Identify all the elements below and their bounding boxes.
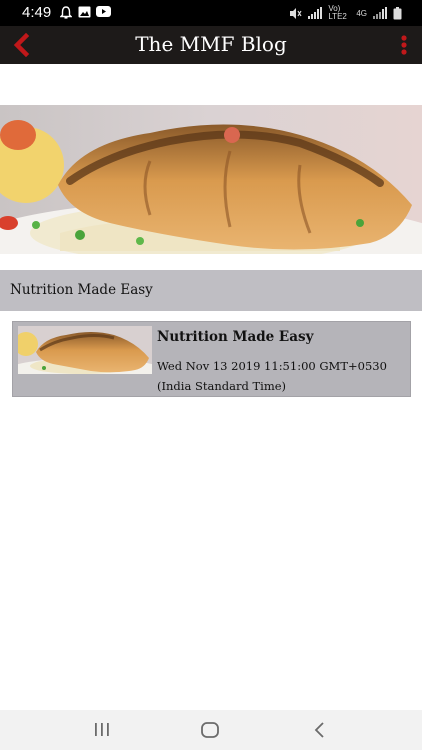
- volte-label: Vo) LTE2: [328, 4, 347, 21]
- system-nav-bar: [0, 710, 422, 750]
- youtube-icon: [96, 6, 111, 17]
- home-icon: [201, 722, 219, 738]
- overflow-menu-button[interactable]: [400, 33, 408, 57]
- home-button[interactable]: [196, 718, 224, 742]
- network-label: 4G: [356, 8, 367, 18]
- status-bar: 4:49 Vo) LTE2 4G: [0, 0, 422, 26]
- section-title: Nutrition Made Easy: [10, 282, 153, 298]
- battery-icon: [393, 6, 402, 19]
- status-time: 4:49: [22, 4, 52, 21]
- signal-icon: [373, 7, 387, 19]
- post-thumbnail: [18, 326, 152, 374]
- kebab-menu-icon: [401, 35, 407, 55]
- recents-button[interactable]: [88, 718, 116, 742]
- app-title: The MMF Blog: [135, 32, 287, 56]
- image-icon: [78, 6, 91, 18]
- post-card[interactable]: Nutrition Made Easy Wed Nov 13 2019 11:5…: [12, 321, 411, 397]
- nav-back-button[interactable]: [306, 718, 334, 742]
- mute-icon: [290, 7, 302, 19]
- back-icon: [314, 722, 324, 738]
- app-bar: The MMF Blog: [0, 26, 422, 64]
- status-right-icons: Vo) LTE2 4G: [289, 5, 402, 21]
- recents-icon: [95, 723, 109, 736]
- post-title: Nutrition Made Easy: [157, 329, 314, 345]
- section-header: Nutrition Made Easy: [0, 270, 422, 311]
- hero-image: [0, 105, 422, 254]
- post-date: Wed Nov 13 2019 11:51:00 GMT+0530 (India…: [157, 359, 387, 393]
- signal-icon: [308, 7, 323, 19]
- bell-icon: [60, 6, 72, 19]
